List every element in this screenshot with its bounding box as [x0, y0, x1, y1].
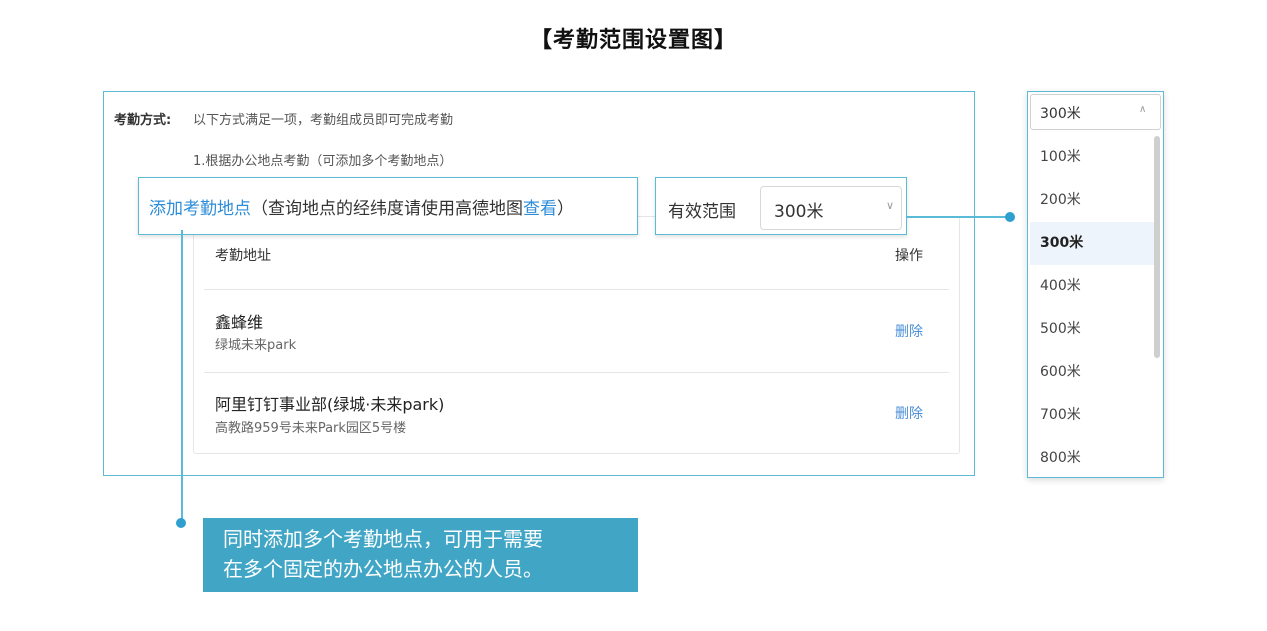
range-connector-line — [907, 216, 1010, 218]
annotation-note: 同时添加多个考勤地点，可用于需要 在多个固定的办公地点办公的人员。 — [203, 518, 638, 592]
dropdown-option[interactable]: 800米 — [1030, 437, 1154, 480]
location-name: 鑫蜂维 — [215, 313, 264, 332]
column-header-operation: 操作 — [895, 248, 923, 264]
add-location-link[interactable]: 添加考勤地点 — [149, 194, 251, 219]
dropdown-option[interactable]: 600米 — [1030, 351, 1154, 394]
location-name: 阿里钉钉事业部(绿城·未来park) — [215, 395, 445, 414]
valid-range-label: 有效范围 — [668, 202, 736, 222]
row-divider — [204, 289, 949, 290]
attendance-mode-description: 以下方式满足一项，考勤组成员即可完成考勤 — [193, 113, 454, 128]
latlng-hint-prefix: （查询地点的经纬度请使用高德地图 — [251, 198, 523, 219]
column-header-address: 考勤地址 — [215, 248, 271, 264]
page-title: 【考勤范围设置图】 — [529, 28, 737, 53]
dropdown-option[interactable]: 100米 — [1030, 136, 1154, 179]
connector-dot — [1005, 212, 1015, 222]
dropdown-current-value: 300米 — [1040, 106, 1081, 122]
location-address: 高教路959号未来Park园区5号楼 — [215, 421, 407, 436]
note-line-2: 在多个固定的办公地点办公的人员。 — [223, 557, 543, 581]
valid-range-value: 300米 — [774, 202, 824, 222]
chevron-up-icon: ∧ — [1139, 104, 1147, 115]
dropdown-option[interactable]: 200米 — [1030, 179, 1154, 222]
office-location-rule: 1.根据办公地点考勤（可添加多个考勤地点） — [193, 154, 453, 169]
dropdown-option-selected[interactable]: 300米 — [1030, 222, 1154, 265]
view-map-link[interactable]: 查看 — [523, 194, 557, 219]
dropdown-scrollbar[interactable] — [1154, 136, 1160, 358]
add-location-callout: 添加考勤地点 （查询地点的经纬度请使用高德地图 查看 ） — [138, 177, 638, 235]
dropdown-option[interactable]: 500米 — [1030, 308, 1154, 351]
row-divider — [204, 372, 949, 373]
dropdown-option[interactable]: 400米 — [1030, 265, 1154, 308]
connector-dot — [176, 518, 186, 528]
delete-location-button[interactable]: 删除 — [895, 321, 923, 341]
note-connector-line — [181, 230, 183, 523]
location-address: 绿城未来park — [215, 338, 297, 353]
attendance-mode-label: 考勤方式: — [114, 113, 172, 128]
dropdown-option[interactable]: 700米 — [1030, 394, 1154, 437]
note-line-1: 同时添加多个考勤地点，可用于需要 — [223, 527, 543, 551]
chevron-down-icon: ∨ — [886, 199, 895, 212]
latlng-hint-suffix: ） — [557, 198, 574, 219]
delete-location-button[interactable]: 删除 — [895, 403, 923, 423]
